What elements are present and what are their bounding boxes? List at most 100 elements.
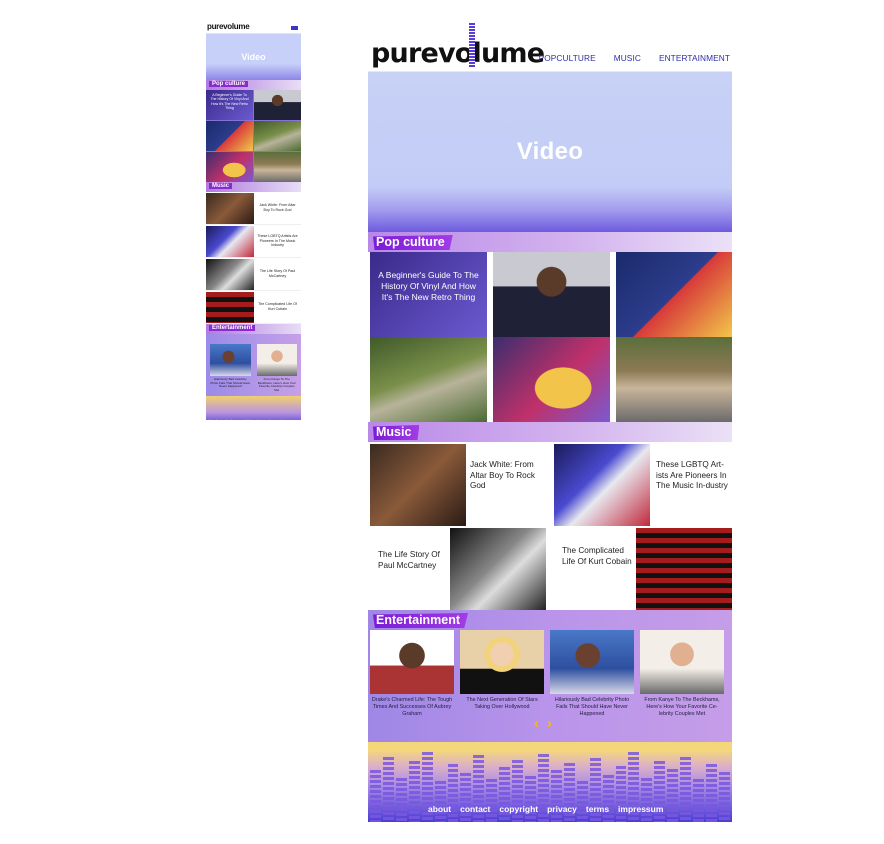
mobile-pop-tile[interactable] [254, 152, 301, 182]
equalizer-bar [705, 764, 717, 822]
mobile-mockup: purevolume Video Pop culture A Beginner'… [206, 20, 301, 420]
music-item[interactable]: Jack White: From Altar Boy To Rock God [368, 444, 548, 526]
footer-link-privacy[interactable]: privacy [547, 804, 577, 814]
equalizer-bar [718, 771, 730, 822]
nav-music[interactable]: MUSIC [614, 53, 641, 63]
mobile-footer-link[interactable]: impressum [281, 419, 300, 420]
music-item[interactable]: The Complicated Life Of Kurt Cobain [552, 528, 732, 610]
music-item[interactable]: The Life Story Of Paul McCartney [368, 528, 548, 610]
mobile-ent-photo [210, 344, 251, 376]
nav-popculture[interactable]: POPCULTURE [539, 53, 596, 63]
pop-tile-photo[interactable] [616, 337, 732, 422]
equalizer-bar [370, 770, 381, 822]
carousel-arrows: ‹ › [534, 716, 552, 731]
equalizer-bar [693, 779, 704, 822]
ent-title: Drake's Charmed Life: The Tough Times An… [371, 697, 453, 717]
equalizer-bar [408, 761, 420, 822]
hero-title: Video [516, 138, 584, 165]
mobile-footer-link[interactable]: copyright [235, 419, 251, 420]
equalizer-bar [602, 774, 614, 822]
ent-photo [640, 630, 724, 694]
mobile-section-label: Pop culture [209, 81, 249, 87]
mobile-ent-title: Hilariously Bad Celebrity Photo Fails Th… [210, 377, 251, 389]
music-photo [450, 528, 546, 610]
equalizer-bar [525, 776, 536, 822]
mobile-pop-tile[interactable] [206, 121, 253, 151]
nav-entertainment[interactable]: ENTERTAINMENT [659, 53, 730, 63]
section-label: Music [373, 425, 420, 440]
pop-tile-photo[interactable] [370, 337, 487, 422]
mobile-pop-tile[interactable] [254, 121, 301, 151]
mobile-music-photo [206, 192, 254, 224]
footer-link-contact[interactable]: contact [460, 804, 490, 814]
ent-card[interactable]: From Kanye To The Beckhams, Here's How Y… [640, 630, 724, 717]
main-nav: POPCULTURE MUSIC ENTERTAINMENT [539, 53, 730, 63]
mobile-music-item[interactable]: The Life Story Of Paul McCartney [206, 258, 301, 291]
section-header-music: Music [368, 422, 732, 442]
chevron-left-icon[interactable]: ‹ [534, 716, 539, 731]
mobile-pop-grid: A Beginner's Guide To The History Of Vin… [206, 90, 301, 182]
mobile-ent-title: From Kanye To The Beckhams, Here's How Y… [257, 377, 296, 392]
volume-bar-icon [469, 23, 475, 67]
pop-tile-caption: A Beginner's Guide To The History Of Vin… [378, 270, 479, 303]
footer-link-impressum[interactable]: impressum [618, 804, 663, 814]
mobile-section-music: Music [206, 182, 301, 192]
mobile-pop-tile[interactable] [254, 90, 301, 120]
mobile-music-title: These LGBTQ Artists Are Pioneers In The … [257, 233, 298, 248]
mobile-pop-tile[interactable]: A Beginner's Guide To The History Of Vin… [206, 90, 253, 120]
section-header-pop-culture: Pop culture [368, 232, 732, 252]
equalizer-bar [460, 773, 472, 822]
mobile-music-item[interactable]: The Complicated Life Of Kurt Cobain [206, 291, 301, 324]
equalizer-bar [434, 781, 446, 822]
site-logo[interactable]: purevolume [371, 38, 545, 69]
section-label: Entertainment [373, 613, 469, 628]
pop-tile-photo[interactable] [493, 252, 610, 337]
mobile-logo[interactable]: purevolume [207, 22, 250, 31]
desktop-mockup: purevolume POPCULTURE MUSIC ENTERTAINMEN… [368, 20, 732, 822]
mobile-hero[interactable]: Video [206, 34, 301, 80]
footer-links: about contact copyright privacy terms im… [428, 804, 663, 814]
ent-title: The Next Generation Of Stars Taking Over… [466, 697, 538, 710]
footer-link-terms[interactable]: terms [586, 804, 609, 814]
mobile-pop-tile[interactable] [206, 152, 253, 182]
music-photo [370, 444, 466, 526]
mobile-section-pop-culture: Pop culture [206, 80, 301, 90]
mobile-footer-link[interactable]: privacy [254, 419, 266, 420]
music-photo [554, 444, 650, 526]
mobile-music-photo [206, 258, 254, 290]
equalizer-bar [641, 777, 653, 822]
ent-photo [370, 630, 454, 694]
mobile-footer-link[interactable]: contact [220, 419, 232, 420]
mobile-music-title: Jack White: From Altar Boy To Rock God [259, 203, 296, 212]
equalizer-bar [667, 768, 679, 822]
mobile-footer-link[interactable]: about [207, 419, 217, 420]
pop-tile-photo[interactable] [493, 337, 610, 422]
entertainment-section: Entertainment Drake's Charmed Life: The … [368, 610, 732, 742]
equalizer-bar [395, 777, 407, 822]
menu-icon[interactable] [291, 26, 298, 30]
mobile-section-label: Music [209, 183, 233, 189]
ent-title: Hilariously Bad Celebrity Photo Fails Th… [554, 697, 630, 717]
mobile-ent-card[interactable]: Hilariously Bad Celebrity Photo Fails Th… [210, 344, 251, 396]
mobile-music-item[interactable]: These LGBTQ Artists Are Pioneers In The … [206, 225, 301, 258]
mobile-header: purevolume [206, 20, 301, 34]
music-item[interactable]: These LGBTQ Art-ists Are Pioneers In The… [552, 444, 732, 526]
ent-card[interactable]: Hilariously Bad Celebrity Photo Fails Th… [550, 630, 634, 717]
section-header-entertainment: Entertainment [368, 610, 732, 630]
chevron-right-icon[interactable]: › [547, 716, 552, 731]
music-title: The Complicated Life Of Kurt Cobain [562, 546, 632, 566]
mobile-footer-link[interactable]: terms [269, 419, 279, 420]
ent-photo [460, 630, 544, 694]
pop-tile-photo[interactable] [616, 252, 732, 337]
mobile-footer: about contact copyright privacy terms im… [206, 396, 301, 420]
mobile-ent-card[interactable]: From Kanye To The Beckhams, Here's How Y… [256, 344, 297, 396]
ent-card[interactable]: The Next Generation Of Stars Taking Over… [460, 630, 544, 717]
equalizer-bar [576, 780, 588, 822]
equalizer-bar [550, 770, 562, 822]
footer-link-copyright[interactable]: copyright [499, 804, 538, 814]
footer-link-about[interactable]: about [428, 804, 451, 814]
ent-card[interactable]: Drake's Charmed Life: The Tough Times An… [370, 630, 454, 717]
pop-tile-vinyl[interactable]: A Beginner's Guide To The History Of Vin… [370, 252, 487, 337]
video-hero[interactable]: Video [368, 72, 732, 232]
mobile-music-item[interactable]: Jack White: From Altar Boy To Rock God [206, 192, 301, 225]
